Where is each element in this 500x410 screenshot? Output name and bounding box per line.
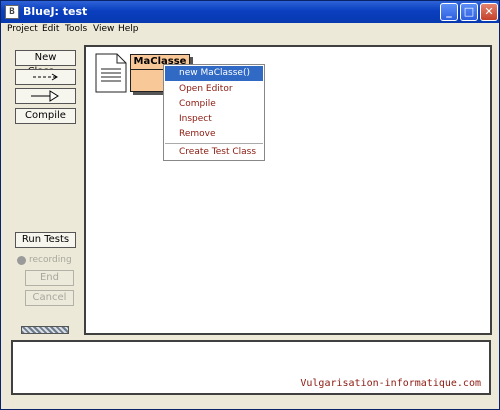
dashed-arrow-icon	[33, 73, 58, 81]
watermark-text: Vulgarisation-informatique.com	[300, 378, 481, 389]
class-diagram-pane[interactable]: MaClasse	[84, 45, 492, 335]
window-title: BlueJ: test	[23, 5, 88, 18]
menu-item-remove[interactable]: Remove	[165, 127, 263, 142]
bluej-window: B BlueJ: test _ □ ✕ Project Edit Tools V…	[0, 0, 500, 410]
inheritance-arrow-button[interactable]	[15, 88, 76, 104]
menu-project[interactable]: Project	[7, 24, 38, 34]
cancel-button[interactable]: Cancel	[25, 290, 74, 306]
object-bench[interactable]: Vulgarisation-informatique.com	[11, 340, 491, 395]
menu-view[interactable]: View	[93, 24, 114, 34]
menu-item-inspect[interactable]: Inspect	[165, 112, 263, 127]
end-button[interactable]: End	[25, 270, 74, 286]
menu-edit[interactable]: Edit	[42, 24, 59, 34]
class-context-menu: new MaClasse() Open Editor Compile Inspe…	[163, 64, 265, 161]
menu-item-create-test-class[interactable]: Create Test Class	[165, 145, 263, 160]
maximize-icon[interactable]: □	[460, 3, 478, 21]
new-class-button[interactable]: New Class...	[15, 50, 76, 77]
title-bar[interactable]: B BlueJ: test _ □ ✕	[1, 1, 499, 23]
menu-bar: Project Edit Tools View Help	[1, 23, 499, 37]
recording-indicator-icon	[17, 256, 26, 265]
minimize-icon[interactable]: _	[440, 3, 458, 21]
menu-item-compile[interactable]: Compile	[165, 97, 263, 112]
run-tests-button[interactable]: Run Tests	[15, 232, 76, 248]
inheritance-arrow-icon	[31, 90, 59, 102]
menu-item-new-instance[interactable]: new MaClasse()	[165, 66, 263, 81]
close-icon[interactable]: ✕	[480, 3, 498, 21]
machine-activity-indicator	[21, 326, 69, 334]
dependency-arrow-button[interactable]	[15, 69, 76, 85]
document-icon[interactable]	[95, 53, 127, 93]
recording-label: recording	[29, 255, 72, 265]
menu-item-open-editor[interactable]: Open Editor	[165, 82, 263, 97]
menu-help[interactable]: Help	[118, 24, 139, 34]
bluej-icon: B	[5, 5, 19, 19]
compile-button[interactable]: Compile	[15, 108, 76, 124]
menu-tools[interactable]: Tools	[65, 24, 87, 34]
status-bar	[1, 397, 499, 409]
menu-separator	[165, 143, 263, 144]
